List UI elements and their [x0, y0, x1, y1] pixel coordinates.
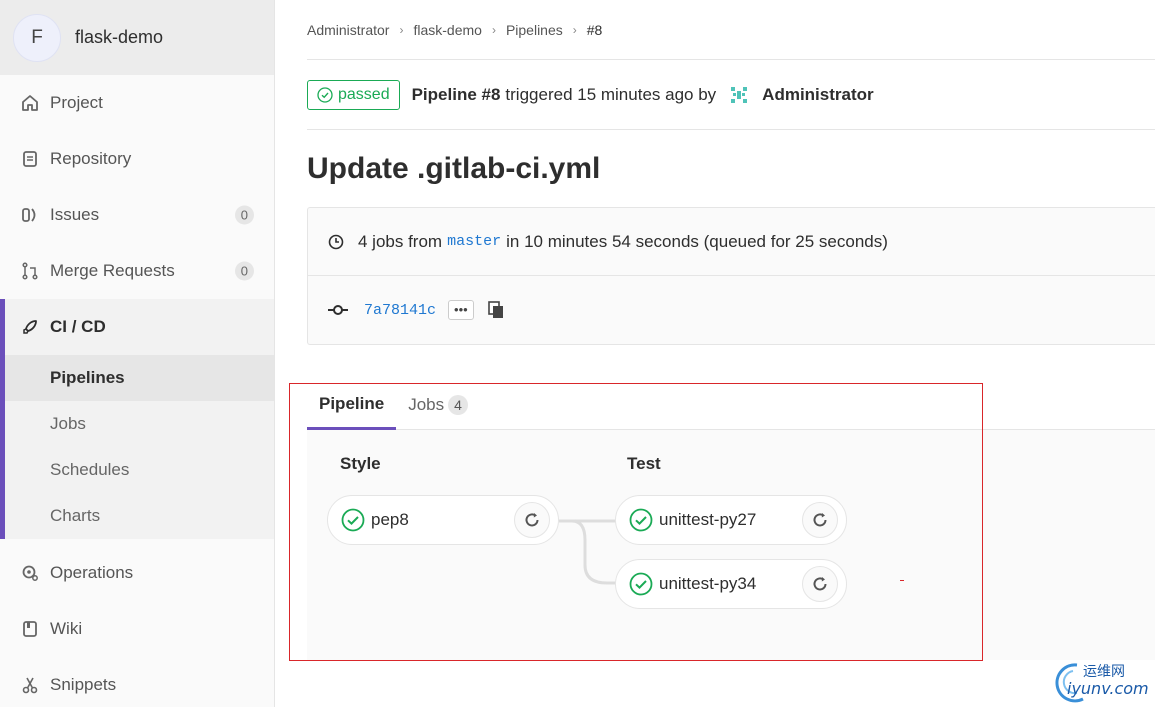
- book-icon: [20, 619, 40, 639]
- project-name[interactable]: flask-demo: [75, 27, 163, 48]
- chevron-right-icon: ›: [572, 22, 577, 37]
- sidebar-item-label: Wiki: [50, 619, 83, 638]
- sidebar-item-repository[interactable]: Repository: [0, 131, 274, 187]
- status-badge[interactable]: passed: [307, 79, 400, 110]
- breadcrumb-item[interactable]: flask-demo: [413, 22, 481, 38]
- tab-pipeline[interactable]: Pipeline: [307, 380, 397, 430]
- watermark-text-cn: 运维网: [1083, 664, 1125, 680]
- breadcrumb: Administrator › flask-demo › Pipelines ›…: [307, 0, 1155, 60]
- rocket-icon: [20, 317, 40, 337]
- doc-icon: [20, 149, 40, 169]
- jobs-suffix: in 10 minutes 54 seconds (queued for 25 …: [506, 231, 888, 251]
- sidebar-item-snippets[interactable]: Snippets: [0, 657, 274, 707]
- tab-label: Pipeline: [319, 393, 385, 413]
- pipeline-triggered-text: triggered 15 minutes ago by: [505, 84, 717, 104]
- job-name: unittest-py27: [659, 510, 757, 529]
- watermark-logo: 运维网 iyunv.com: [1045, 657, 1155, 707]
- expand-commit-message-button[interactable]: •••: [448, 300, 474, 320]
- sidebar-item-issues[interactable]: Issues 0: [0, 187, 274, 243]
- annotation-mark: [900, 580, 904, 581]
- user-avatar[interactable]: [726, 82, 752, 108]
- chevron-right-icon: ›: [491, 22, 496, 37]
- issues-count-badge: 0: [234, 205, 254, 225]
- main-content: Administrator › flask-demo › Pipelines ›…: [307, 0, 1155, 707]
- breadcrumb-item[interactable]: Pipelines: [506, 22, 563, 38]
- pipeline-header: passed Pipeline #8 triggered 15 minutes …: [307, 60, 1155, 130]
- user-name[interactable]: Administrator: [762, 85, 873, 105]
- tab-jobs[interactable]: Jobs 4: [396, 380, 480, 430]
- sidebar-item-label: Snippets: [50, 675, 117, 694]
- pipeline-tabs: Pipeline Jobs 4: [307, 380, 1155, 430]
- sidebar-subitem-pipelines[interactable]: Pipelines: [0, 355, 274, 401]
- sidebar: F flask-demo Project Repository Issues 0…: [0, 0, 275, 707]
- pipeline-graph: Style Test pep8 unittest-py27 unittest-p…: [307, 430, 1155, 660]
- breadcrumb-item[interactable]: Administrator: [307, 22, 389, 38]
- sidebar-subitem-schedules[interactable]: Schedules: [0, 447, 274, 493]
- merge-requests-count-badge: 0: [234, 261, 254, 281]
- status-label: passed: [338, 85, 390, 103]
- sidebar-item-label: Repository: [50, 149, 132, 168]
- jobs-prefix: 4 jobs from: [358, 231, 443, 251]
- pipeline-id: Pipeline #8: [411, 84, 501, 104]
- sidebar-item-label: Project: [50, 93, 103, 112]
- stage-title: Test: [627, 454, 661, 473]
- commit-sha-link[interactable]: 7a78141c: [364, 302, 436, 319]
- commit-row: 7a78141c •••: [308, 276, 1155, 344]
- retry-button[interactable]: [802, 566, 838, 602]
- sidebar-item-wiki[interactable]: Wiki: [0, 601, 274, 657]
- stage-title: Style: [340, 454, 381, 473]
- cicd-group: CI / CD Pipelines Jobs Schedules Charts: [0, 299, 274, 539]
- check-circle-icon: [341, 508, 365, 532]
- sidebar-item-operations[interactable]: Operations: [0, 545, 274, 601]
- chevron-right-icon: ›: [399, 22, 404, 37]
- issues-icon: [20, 205, 40, 225]
- sidebar-item-project[interactable]: Project: [0, 75, 274, 131]
- sidebar-subitem-charts[interactable]: Charts: [0, 493, 274, 539]
- tab-label: Jobs: [408, 395, 445, 414]
- commit-icon: [328, 305, 348, 315]
- breadcrumb-current[interactable]: #8: [587, 22, 603, 38]
- retry-icon: [813, 577, 827, 591]
- scissors-icon: [20, 675, 40, 695]
- home-icon: [20, 93, 40, 113]
- check-circle-icon: [629, 572, 653, 596]
- clock-icon: [328, 234, 344, 249]
- sidebar-item-label: Issues: [50, 205, 100, 224]
- retry-icon: [813, 513, 827, 527]
- operations-icon: [20, 563, 40, 583]
- job-connector-lines: [559, 519, 617, 585]
- job-name: unittest-py34: [659, 574, 757, 593]
- sidebar-item-label: Merge Requests: [50, 261, 175, 280]
- sidebar-item-label: Operations: [50, 563, 134, 582]
- check-circle-icon: [629, 508, 653, 532]
- watermark-text-en: iyunv.com: [1067, 679, 1149, 698]
- project-avatar: F: [13, 13, 61, 62]
- check-circle-icon: [317, 86, 333, 103]
- pipeline-info-box: 4 jobs from master in 10 minutes 54 seco…: [307, 207, 1155, 345]
- sidebar-item-label: CI / CD: [50, 317, 106, 336]
- project-header[interactable]: F flask-demo: [0, 0, 274, 75]
- job-unittest-py34[interactable]: unittest-py34: [615, 559, 847, 609]
- branch-link[interactable]: master: [447, 233, 501, 250]
- retry-button[interactable]: [514, 502, 550, 538]
- jobs-count-badge: 4: [448, 395, 468, 415]
- sidebar-item-merge-requests[interactable]: Merge Requests 0: [0, 243, 274, 299]
- merge-icon: [20, 261, 40, 281]
- sidebar-item-cicd[interactable]: CI / CD: [0, 299, 274, 355]
- job-unittest-py27[interactable]: unittest-py27: [615, 495, 847, 545]
- pipeline-duration-row: 4 jobs from master in 10 minutes 54 seco…: [308, 208, 1155, 276]
- sidebar-subitem-jobs[interactable]: Jobs: [0, 401, 274, 447]
- copy-icon[interactable]: [486, 300, 506, 320]
- retry-icon: [525, 513, 539, 527]
- job-pep8[interactable]: pep8: [327, 495, 559, 545]
- page-title: Update .gitlab-ci.yml: [307, 152, 601, 185]
- job-name: pep8: [371, 510, 409, 529]
- retry-button[interactable]: [802, 502, 838, 538]
